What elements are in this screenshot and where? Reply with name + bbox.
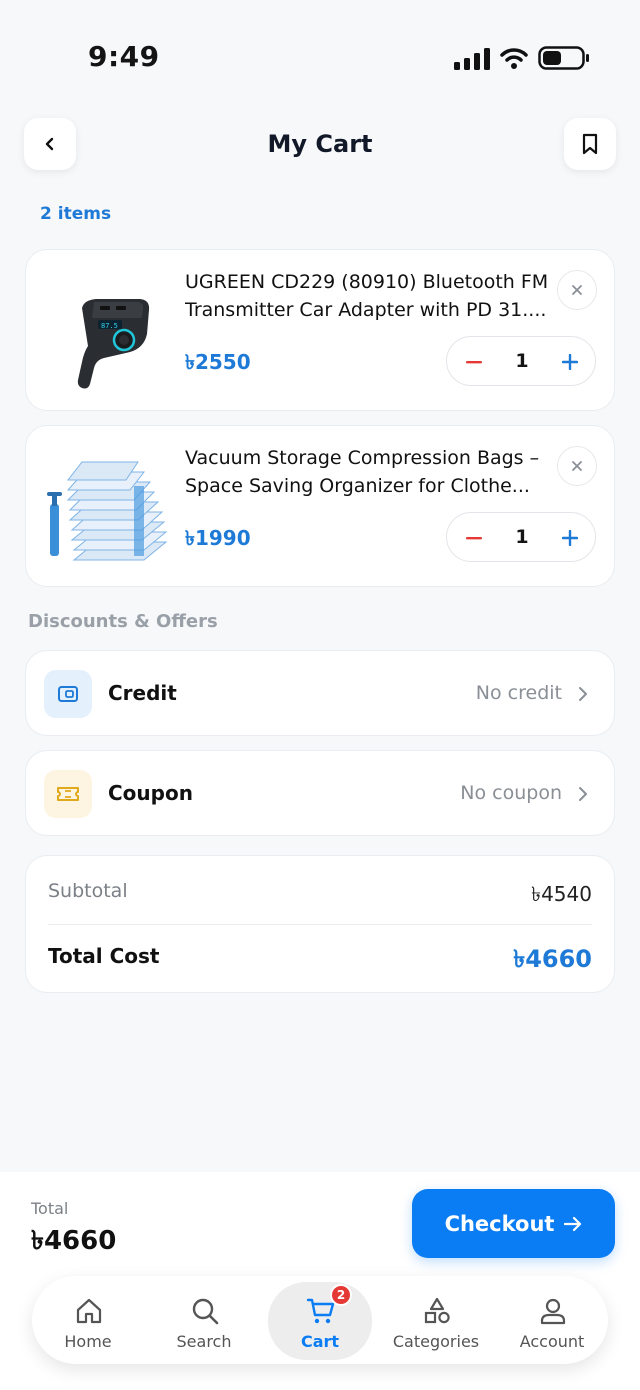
chevron-right-icon [579,687,587,701]
ticket-icon [44,770,92,818]
increase-quantity-button[interactable] [557,525,583,551]
tab-label: Search [176,1332,232,1351]
page-title: My Cart [267,130,373,158]
tab-label: Account [519,1332,585,1351]
chevron-right-icon [579,787,587,801]
wallet-icon [44,670,92,718]
tab-label: Categories [392,1332,480,1351]
close-icon [572,461,582,471]
bookmark-icon [582,133,598,155]
product-image-vacuum-bags[interactable] [44,442,174,572]
checkout-button[interactable]: Checkout [412,1189,615,1258]
status-time: 9:49 [88,40,160,73]
tab-label: Cart [300,1332,340,1351]
plus-icon [562,530,578,546]
checkout-label: Checkout [444,1211,555,1236]
categories-icon [424,1297,450,1324]
header: My Cart [0,118,640,172]
svg-text:87.5: 87.5 [101,322,118,330]
product-image-fm-transmitter[interactable]: 87.5 [44,266,174,396]
cart-item: Vacuum Storage Compression Bags – Space … [25,425,615,587]
tab-home[interactable]: Home [36,1276,140,1364]
divider [48,924,592,925]
remove-item-button[interactable] [557,270,597,310]
footer-total-label: Total [31,1199,69,1218]
coupon-row[interactable]: Coupon No coupon [25,750,615,836]
subtotal-value: ৳4540 [531,882,592,906]
product-price: ৳1990 [185,526,251,550]
tab-cart[interactable]: 2 Cart [268,1276,372,1364]
coupon-value: No coupon [460,782,562,804]
quantity-value: 1 [515,526,529,548]
minus-icon [466,537,482,540]
arrow-right-icon [564,1216,582,1231]
credit-row[interactable]: Credit No credit [25,650,615,736]
search-icon [192,1298,219,1325]
credit-label: Credit [108,681,177,705]
credit-value: No credit [475,682,562,704]
quantity-stepper: 1 [446,336,596,386]
decrease-quantity-button[interactable] [461,525,487,551]
coupon-label: Coupon [108,781,193,805]
cart-badge: 2 [330,1284,352,1306]
cart-item: 87.5 UGREEN CD229 (80910) Bluetooth FM T… [25,249,615,411]
product-price: ৳2550 [185,350,251,374]
close-icon [572,285,582,295]
increase-quantity-button[interactable] [557,349,583,375]
minus-icon [466,361,482,364]
total-cost-value: ৳4660 [513,945,592,973]
total-cost-label: Total Cost [48,944,160,968]
status-bar: 9:49 [0,0,640,110]
decrease-quantity-button[interactable] [461,349,487,375]
quantity-stepper: 1 [446,512,596,562]
tab-search[interactable]: Search [152,1276,256,1364]
bookmark-button[interactable] [564,118,616,170]
account-icon [540,1298,566,1325]
footer-total-value: ৳4660 [31,1226,117,1256]
items-count: 2 items [40,204,112,224]
checkout-bar: Total ৳4660 Checkout Home Search 2 Cart … [0,1172,640,1390]
home-icon [76,1298,102,1324]
section-label-discounts: Discounts & Offers [28,611,218,632]
signal-icon [454,48,490,70]
wifi-icon [500,48,528,69]
quantity-value: 1 [515,350,529,372]
product-title[interactable]: Vacuum Storage Compression Bags – Space … [185,444,555,500]
tab-label: Home [64,1332,112,1351]
remove-item-button[interactable] [557,446,597,486]
subtotal-label: Subtotal [48,880,128,902]
plus-icon [562,354,578,370]
battery-icon [538,46,589,70]
tab-account[interactable]: Account [500,1276,604,1364]
tab-bar: Home Search 2 Cart Categories Account [32,1276,608,1364]
product-title[interactable]: UGREEN CD229 (80910) Bluetooth FM Transm… [185,268,555,324]
order-summary: Subtotal ৳4540 Total Cost ৳4660 [25,855,615,993]
tab-categories[interactable]: Categories [384,1276,488,1364]
